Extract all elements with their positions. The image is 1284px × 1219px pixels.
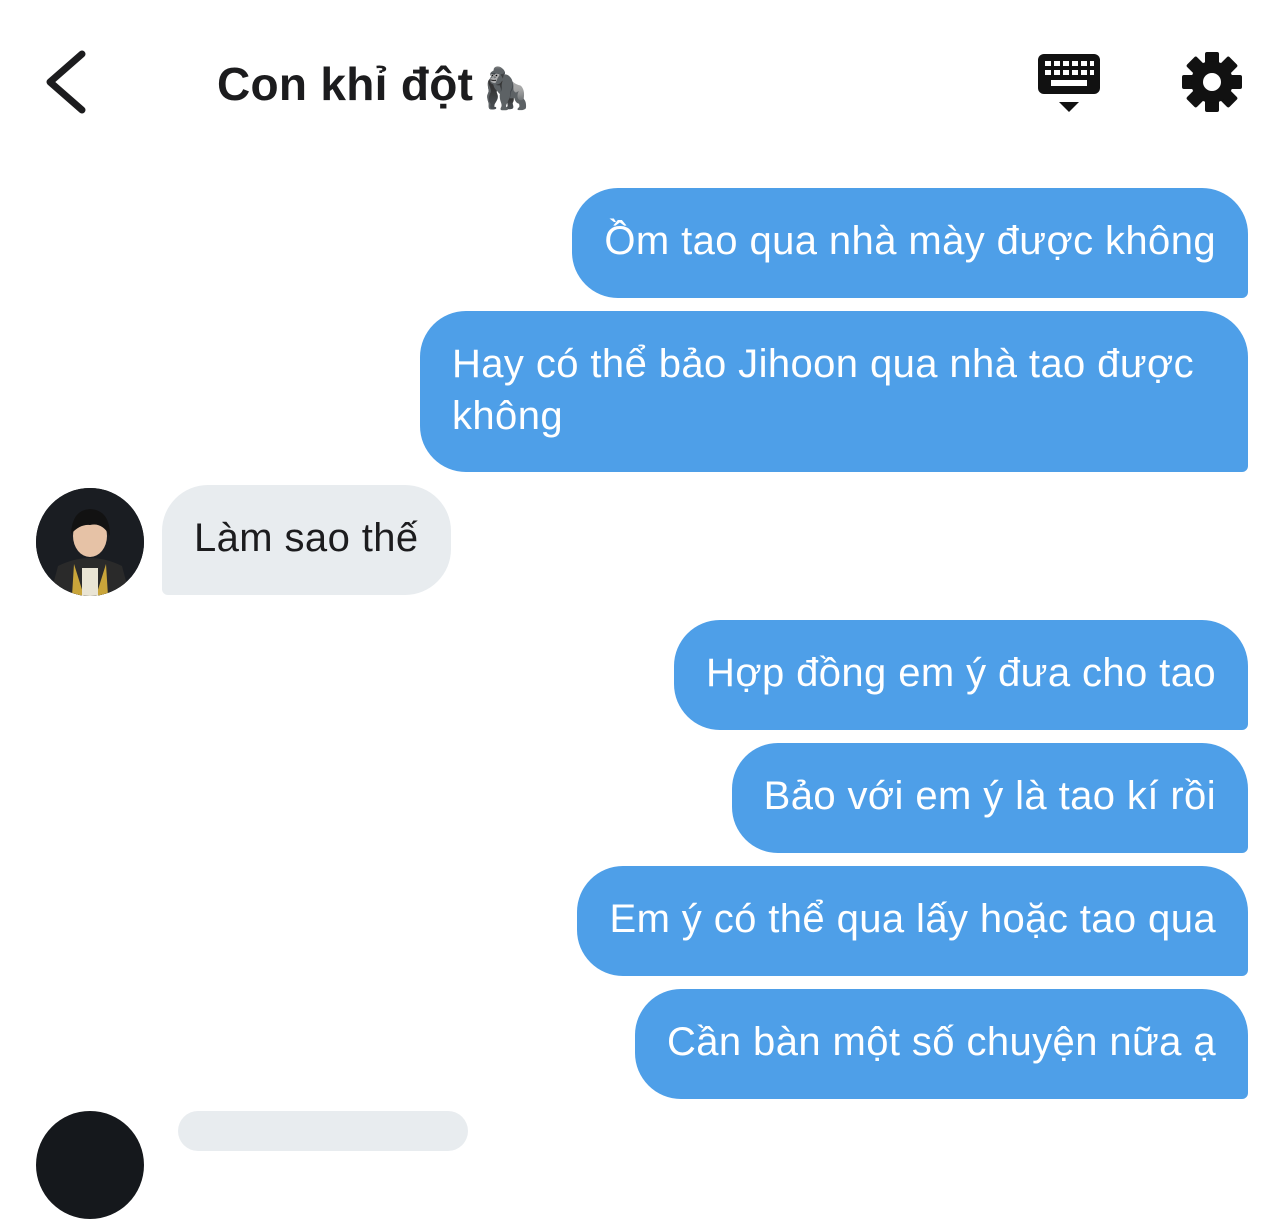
avatar[interactable] bbox=[36, 488, 144, 596]
settings-button[interactable] bbox=[1178, 48, 1246, 116]
contact-name: Con khỉ đột bbox=[217, 58, 474, 110]
back-button[interactable] bbox=[30, 42, 110, 122]
message-bubble-incoming[interactable]: Làm sao thế bbox=[162, 485, 451, 595]
message-text: Cần bàn một số chuyện nữa ạ bbox=[666, 1020, 1216, 1064]
gorilla-emoji-icon: 🦍 bbox=[481, 67, 532, 111]
message-text: Bảo với em ý là tao kí rồi bbox=[763, 774, 1216, 818]
message-bubble-outgoing[interactable]: Em ý có thể qua lấy hoặc tao qua bbox=[577, 866, 1248, 976]
message-text: Em ý có thể qua lấy hoặc tao qua bbox=[609, 897, 1216, 941]
message-bubble-incoming-partial[interactable] bbox=[178, 1111, 468, 1151]
message-text: Hay có thể bảo Jihoon qua nhà tao được k… bbox=[452, 342, 1195, 438]
message-bubble-outgoing[interactable]: Bảo với em ý là tao kí rồi bbox=[731, 743, 1248, 853]
message-text: Ồm tao qua nhà mày được không bbox=[604, 219, 1216, 263]
message-bubble-outgoing[interactable]: Hay có thể bảo Jihoon qua nhà tao được k… bbox=[420, 311, 1248, 472]
contact-avatar-icon bbox=[36, 488, 144, 596]
keyboard-toggle-button[interactable] bbox=[1030, 48, 1108, 118]
chat-header: Con khỉ đột 🦍 bbox=[0, 0, 1284, 160]
message-bubble-outgoing[interactable]: Cần bàn một số chuyện nữa ạ bbox=[634, 989, 1248, 1099]
message-text: Hợp đồng em ý đưa cho tao bbox=[706, 651, 1216, 695]
gear-icon bbox=[1182, 52, 1242, 112]
keyboard-hide-icon bbox=[1038, 54, 1100, 112]
page-title: Con khỉ đột 🦍 bbox=[217, 52, 531, 116]
message-text: Làm sao thế bbox=[194, 516, 419, 560]
back-chevron-icon bbox=[46, 50, 86, 114]
message-bubble-outgoing[interactable]: Ồm tao qua nhà mày được không bbox=[572, 188, 1248, 298]
avatar[interactable] bbox=[36, 1111, 144, 1219]
message-bubble-outgoing[interactable]: Hợp đồng em ý đưa cho tao bbox=[674, 620, 1248, 730]
